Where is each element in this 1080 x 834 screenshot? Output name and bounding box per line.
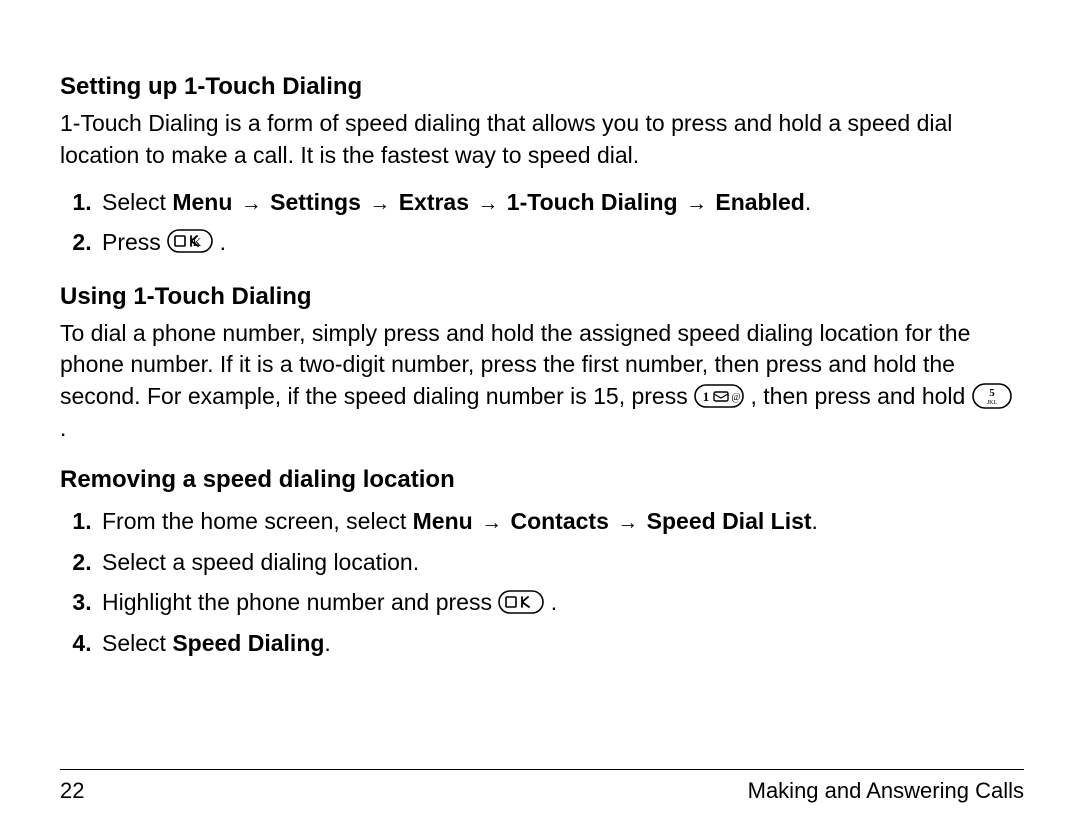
step-text: Highlight the phone number and press bbox=[102, 589, 498, 615]
step-3-2: Select a speed dialing location. bbox=[98, 542, 1024, 583]
ok-key-icon: K bbox=[167, 229, 213, 253]
arrow-icon: → bbox=[475, 186, 500, 222]
step-text: . bbox=[812, 508, 818, 534]
key-5-icon: 5 JKL bbox=[972, 383, 1012, 409]
arrow-icon: → bbox=[615, 504, 640, 541]
manual-page: Setting up 1-Touch Dialing 1-Touch Diali… bbox=[0, 0, 1080, 834]
step-3-4: Select Speed Dialing. bbox=[98, 623, 1024, 664]
svg-text:5: 5 bbox=[989, 387, 995, 399]
steps-setting-up: Select Menu → Settings → Extras → 1-Touc… bbox=[60, 183, 1024, 261]
arrow-icon: → bbox=[479, 504, 504, 541]
menu-path-item: Menu bbox=[413, 508, 473, 534]
page-number: 22 bbox=[60, 778, 84, 804]
svg-text:@: @ bbox=[732, 392, 741, 403]
heading-using: Using 1-Touch Dialing bbox=[60, 282, 1024, 312]
key-1-icon: 1 @ bbox=[694, 384, 744, 408]
step-text: Press bbox=[102, 229, 167, 255]
menu-path-item: Menu bbox=[172, 189, 232, 215]
heading-setting-up: Setting up 1-Touch Dialing bbox=[60, 72, 1024, 102]
step-text: Select a speed dialing location. bbox=[102, 549, 419, 575]
arrow-icon: → bbox=[684, 186, 709, 222]
step-text: Select bbox=[102, 189, 172, 215]
page-footer: 22 Making and Answering Calls bbox=[60, 769, 1024, 804]
step-text: . bbox=[805, 189, 811, 215]
menu-path-item: Contacts bbox=[510, 508, 608, 534]
step-text: . bbox=[324, 630, 330, 656]
chapter-title: Making and Answering Calls bbox=[748, 778, 1024, 804]
body-using: To dial a phone number, simply press and… bbox=[60, 318, 1024, 445]
heading-removing: Removing a speed dialing location bbox=[60, 465, 1024, 495]
step-text: From the home screen, select bbox=[102, 508, 413, 534]
body-text: . bbox=[60, 415, 66, 441]
body-text: , then press and hold bbox=[751, 383, 972, 409]
step-text: Select bbox=[102, 630, 172, 656]
step-3-1: From the home screen, select Menu → Cont… bbox=[98, 501, 1024, 542]
section-setting-up: Setting up 1-Touch Dialing 1-Touch Diali… bbox=[60, 72, 1024, 262]
step-text: . bbox=[551, 589, 557, 615]
menu-path-item: Extras bbox=[399, 189, 469, 215]
section-removing: Removing a speed dialing location From t… bbox=[60, 465, 1024, 665]
arrow-icon: → bbox=[367, 186, 392, 222]
menu-path-item: Settings bbox=[270, 189, 361, 215]
steps-removing: From the home screen, select Menu → Cont… bbox=[60, 501, 1024, 665]
step-1-2: Press K . bbox=[98, 223, 1024, 262]
svg-text:K: K bbox=[193, 235, 202, 249]
arrow-icon: → bbox=[239, 186, 264, 222]
step-1-1: Select Menu → Settings → Extras → 1-Touc… bbox=[98, 183, 1024, 222]
section-using: Using 1-Touch Dialing To dial a phone nu… bbox=[60, 282, 1024, 445]
menu-path-item: Speed Dialing bbox=[172, 630, 324, 656]
step-text: . bbox=[220, 229, 226, 255]
menu-path-item: Speed Dial List bbox=[647, 508, 812, 534]
svg-text:1: 1 bbox=[703, 389, 710, 404]
menu-path-item: 1-Touch Dialing bbox=[507, 189, 678, 215]
body-setting-up: 1-Touch Dialing is a form of speed diali… bbox=[60, 108, 1024, 171]
ok-key-icon bbox=[498, 590, 544, 614]
svg-text:JKL: JKL bbox=[987, 400, 998, 406]
menu-path-item: Enabled bbox=[715, 189, 804, 215]
step-3-3: Highlight the phone number and press . bbox=[98, 582, 1024, 623]
